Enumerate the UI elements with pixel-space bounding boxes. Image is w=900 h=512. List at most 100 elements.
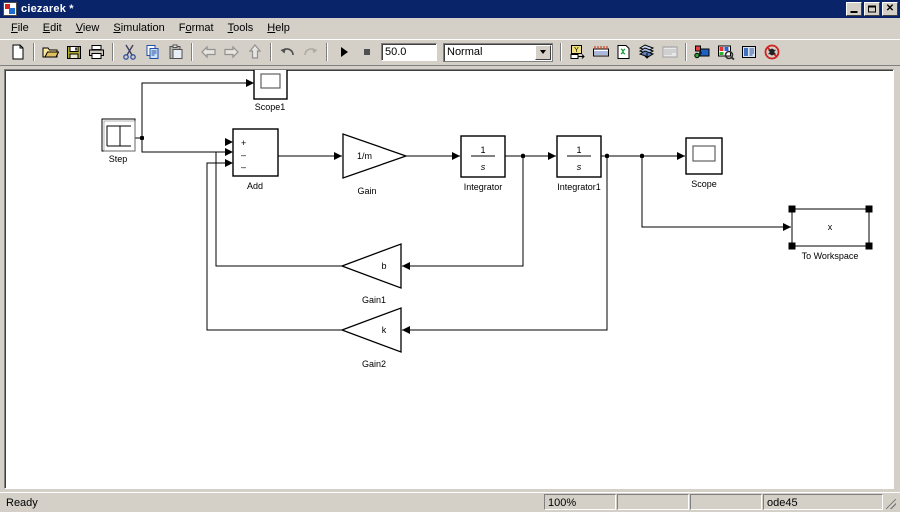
add-sign-2: – xyxy=(241,150,246,160)
signal-arrowheads xyxy=(225,79,791,334)
menu-help[interactable]: Help xyxy=(260,20,297,36)
debugger-icon[interactable] xyxy=(760,41,783,63)
print-icon[interactable] xyxy=(85,41,108,63)
block-label-gain: Gain xyxy=(357,186,376,196)
arrow-into-integrator xyxy=(452,152,460,160)
block-integrator[interactable]: 1 s Integrator xyxy=(460,135,506,192)
status-field-4 xyxy=(690,494,762,510)
model-canvas-wrapper: Step Scope1 + – – Add 1/m Gain 1 s Integ… xyxy=(0,66,900,492)
integrator-denominator: s xyxy=(481,162,486,172)
arrow-into-gain2 xyxy=(402,326,410,334)
toolbar-separator xyxy=(560,43,562,61)
maximize-button[interactable] xyxy=(864,2,880,16)
block-parameters-icon[interactable] xyxy=(658,41,681,63)
model-explorer-icon[interactable] xyxy=(635,41,658,63)
update-diagram-icon[interactable] xyxy=(589,41,612,63)
close-button[interactable]: ✕ xyxy=(882,2,898,16)
menu-simulation[interactable]: Simulation xyxy=(106,20,171,36)
simulink-model-window: ciezarek * ✕ File Edit View Simulation F… xyxy=(0,0,900,512)
arrow-into-scope xyxy=(677,152,685,160)
arrow-add-in1 xyxy=(225,138,233,146)
block-step[interactable]: Step xyxy=(101,118,136,164)
menu-edit[interactable]: Edit xyxy=(36,20,69,36)
start-simulation-icon[interactable] xyxy=(332,41,355,63)
toggle-model-browser-icon[interactable] xyxy=(714,41,737,63)
block-label-gain1: Gain1 xyxy=(362,295,386,305)
window-controls: ✕ xyxy=(846,2,898,16)
arrow-into-gain1 xyxy=(402,262,410,270)
menu-file[interactable]: File xyxy=(4,20,36,36)
simulink-model-icon xyxy=(3,2,17,16)
solver-name: ode45 xyxy=(763,494,883,510)
arrow-add-in3 xyxy=(225,159,233,167)
arrow-into-integrator1 xyxy=(548,152,556,160)
open-model-icon[interactable] xyxy=(39,41,62,63)
go-to-parent-icon[interactable] xyxy=(737,41,760,63)
stop-simulation-icon[interactable] xyxy=(355,41,378,63)
block-label-add: Add xyxy=(247,181,263,191)
window-title: ciezarek * xyxy=(21,3,74,15)
toolbar-separator xyxy=(326,43,328,61)
zoom-level: 100% xyxy=(544,494,616,510)
block-integrator1[interactable]: 1 s Integrator1 xyxy=(556,135,602,192)
line-gain2-to-add xyxy=(206,162,342,331)
model-diagram[interactable]: Step Scope1 + – – Add 1/m Gain 1 s Integ… xyxy=(5,70,893,482)
block-to-workspace[interactable]: x To Workspace xyxy=(788,205,873,261)
add-sign-1: + xyxy=(241,138,246,148)
svg-text:Y: Y xyxy=(574,47,579,54)
menu-view[interactable]: View xyxy=(69,20,107,36)
arrow-into-to-workspace xyxy=(783,223,791,231)
debug-icon[interactable]: Y xyxy=(566,41,589,63)
menu-help-label: elp xyxy=(275,22,290,34)
menu-simulation-label: imulation xyxy=(120,22,165,34)
block-scope1[interactable]: Scope1 xyxy=(253,70,288,112)
save-model-icon[interactable] xyxy=(62,41,85,63)
resize-grip[interactable] xyxy=(884,494,898,510)
toolbar-separator xyxy=(191,43,193,61)
menu-tools-label: ools xyxy=(233,22,254,34)
stop-time-input[interactable]: 50.0 xyxy=(381,43,437,61)
new-model-icon[interactable] xyxy=(6,41,29,63)
signal-lines xyxy=(135,82,791,331)
forward-icon[interactable] xyxy=(220,41,243,63)
block-add[interactable]: + – – Add xyxy=(232,128,279,191)
cut-icon[interactable] xyxy=(118,41,141,63)
chevron-down-icon[interactable] xyxy=(535,44,551,60)
redo-icon[interactable] xyxy=(299,41,322,63)
paste-icon[interactable] xyxy=(164,41,187,63)
menu-format[interactable]: Format xyxy=(172,20,221,36)
library-browser-icon[interactable] xyxy=(691,41,714,63)
integrator1-numerator: 1 xyxy=(576,145,581,155)
menu-edit-label: dit xyxy=(50,22,62,34)
arrow-into-gain xyxy=(334,152,342,160)
menu-bar: File Edit View Simulation Format Tools H… xyxy=(0,18,900,39)
integrator1-denominator: s xyxy=(577,162,582,172)
block-scope[interactable]: Scope xyxy=(685,137,723,189)
title-bar: ciezarek * ✕ xyxy=(0,0,900,18)
gain1-value: b xyxy=(381,261,386,271)
build-model-icon[interactable] xyxy=(612,41,635,63)
block-label-gain2: Gain2 xyxy=(362,359,386,369)
arrow-into-scope1 xyxy=(246,79,254,87)
up-level-icon[interactable] xyxy=(243,41,266,63)
copy-icon[interactable] xyxy=(141,41,164,63)
line-step-to-add xyxy=(141,138,225,153)
gain2-value: k xyxy=(382,325,387,335)
minimize-button[interactable] xyxy=(846,2,862,16)
menu-file-label: ile xyxy=(17,22,29,34)
model-canvas[interactable]: Step Scope1 + – – Add 1/m Gain 1 s Integ… xyxy=(4,69,894,489)
block-label-scope1: Scope1 xyxy=(255,102,286,112)
gain-value: 1/m xyxy=(357,151,372,161)
menu-tools[interactable]: Tools xyxy=(221,20,261,36)
simulation-mode-select[interactable]: Normal xyxy=(443,42,553,62)
back-icon[interactable] xyxy=(197,41,220,63)
integrator-numerator: 1 xyxy=(480,145,485,155)
block-label-integrator: Integrator xyxy=(464,182,503,192)
status-bar: Ready 100% ode45 xyxy=(0,492,900,512)
undo-icon[interactable] xyxy=(276,41,299,63)
block-gain1[interactable]: b Gain1 xyxy=(340,243,402,305)
block-label-step: Step xyxy=(109,154,128,164)
block-gain2[interactable]: k Gain2 xyxy=(340,307,402,369)
toolbar-separator xyxy=(270,43,272,61)
block-gain[interactable]: 1/m Gain xyxy=(342,133,408,196)
